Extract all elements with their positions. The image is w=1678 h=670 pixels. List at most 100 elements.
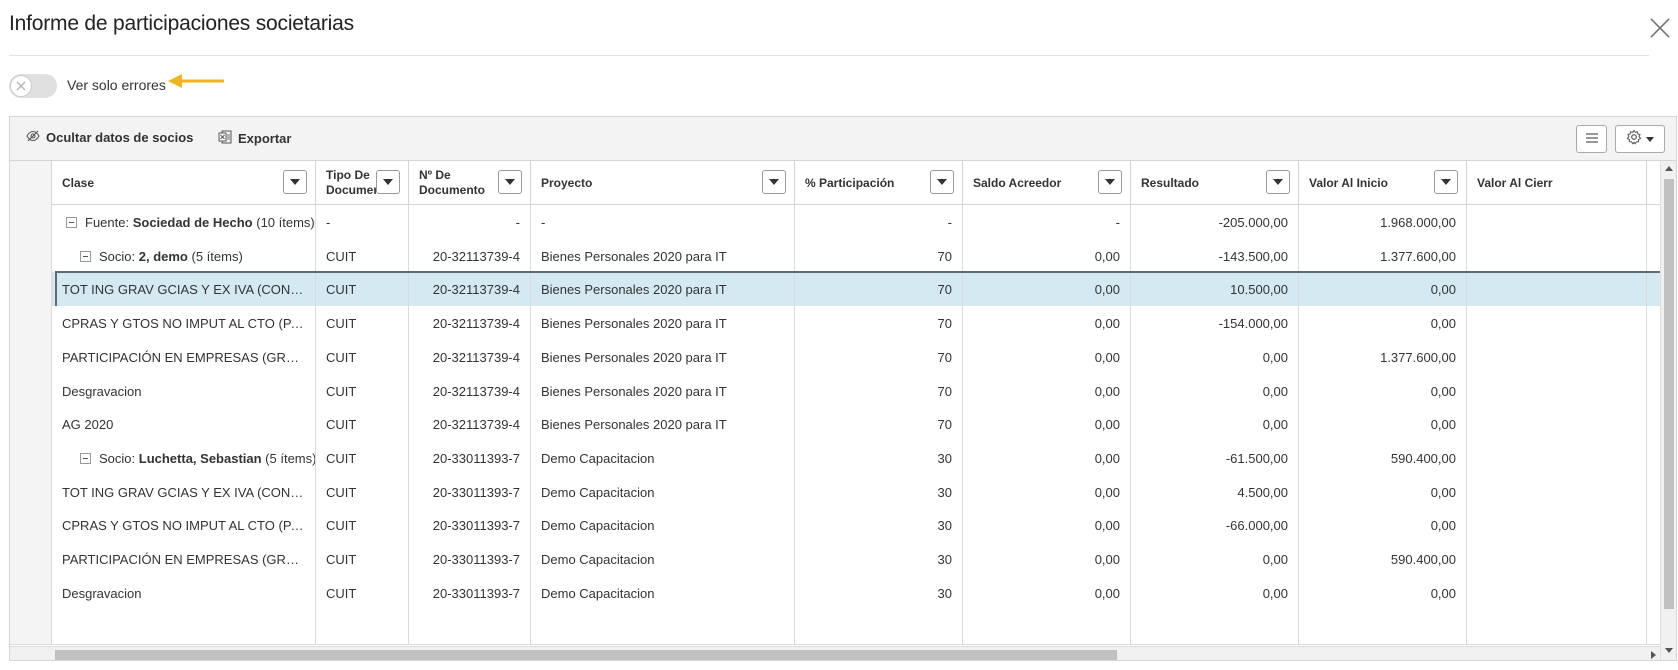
column-header-clase[interactable]: Clase (52, 161, 316, 205)
table-row[interactable]: TOT ING GRAV GCIAS Y EX IVA (CONT D... CU… (10, 474, 1676, 511)
settings-dropdown-button[interactable] (1615, 125, 1665, 153)
table-row[interactable]: CPRAS Y GTOS NO IMPUT AL CTO (PAÍ... CUIT… (10, 508, 1676, 545)
row-gutter[interactable] (10, 575, 52, 611)
table-row[interactable]: Desgravacion CUIT 20-33011393-7 Demo Capaci… (10, 575, 1676, 612)
table-row[interactable]: PARTICIPACIÓN EN EMPRESAS (GRAVA... CUIT 2… (10, 542, 1676, 578)
column-header-valor_cierre[interactable]: Valor Al Cierr (1467, 161, 1647, 205)
cell-valor_cierre (1467, 373, 1647, 409)
export-button[interactable]: Exportar (218, 130, 291, 147)
table-row[interactable] (10, 609, 1676, 646)
table-row[interactable]: CPRAS Y GTOS NO IMPUT AL CTO (PAÍ... CUIT… (10, 306, 1676, 343)
cell-valor_inicio: 590.400,00 (1299, 542, 1467, 577)
vertical-scrollbar[interactable] (1660, 161, 1676, 660)
row-gutter[interactable] (10, 238, 52, 274)
table-row[interactable]: AG 2020 CUIT 20-32113739-4 Bienes Personale… (10, 407, 1676, 444)
cell-valor_cierre (1467, 542, 1647, 577)
column-filter-button[interactable] (1434, 170, 1458, 194)
hide-partners-button[interactable]: Ocultar datos de socios (26, 130, 193, 145)
collapse-icon[interactable] (80, 250, 91, 262)
cell-participacion: 30 (795, 508, 963, 544)
cell-valor_inicio: 590.400,00 (1299, 440, 1467, 476)
table-row[interactable]: Desgravacion CUIT 20-32113739-4 Bienes Pers… (10, 373, 1676, 410)
cell-nro: 20-33011393-7 (409, 542, 531, 577)
column-header-resultado[interactable]: Resultado (1131, 161, 1299, 205)
cell-saldo: 0,00 (963, 306, 1131, 342)
cell-nro: 20-33011393-7 (409, 474, 531, 510)
cell-proyecto: Demo Capacitacion (531, 575, 795, 611)
row-gutter[interactable] (10, 205, 52, 240)
scroll-down-icon[interactable] (1665, 648, 1673, 653)
column-chooser-button[interactable] (1576, 125, 1607, 153)
horizontal-scrollbar[interactable] (10, 646, 1660, 660)
row-gutter[interactable] (10, 440, 52, 476)
row-gutter[interactable] (10, 609, 52, 645)
cell-proyecto: Bienes Personales 2020 para IT (531, 306, 795, 342)
cell-resultado (1131, 609, 1299, 645)
chevron-down-icon (383, 179, 393, 185)
column-header-saldo[interactable]: Saldo Acreedor (963, 161, 1131, 205)
cell-saldo: 0,00 (963, 542, 1131, 577)
cell-proyecto: Bienes Personales 2020 para IT (531, 339, 795, 375)
cell-proyecto (531, 609, 795, 645)
cell-tipo: CUIT (316, 407, 409, 443)
scroll-up-icon[interactable] (1665, 166, 1673, 171)
cell-nro: 20-32113739-4 (409, 238, 531, 274)
cell-tipo: CUIT (316, 339, 409, 375)
cell-proyecto: Demo Capacitacion (531, 440, 795, 476)
cell-valor_cierre (1467, 339, 1647, 375)
column-filter-button[interactable] (283, 170, 307, 194)
row-gutter[interactable] (10, 508, 52, 544)
column-header-participacion[interactable]: % Participación (795, 161, 963, 205)
cell-participacion: 70 (795, 339, 963, 375)
group-row[interactable]: Socio: Luchetta, Sebastian (5 ítems) CUIT… (10, 440, 1676, 477)
horizontal-scrollbar-thumb[interactable] (55, 650, 1117, 660)
close-icon[interactable] (1648, 16, 1672, 40)
collapse-icon[interactable] (80, 452, 91, 464)
only-errors-toggle[interactable] (9, 74, 57, 98)
table-header: Clase Tipo De Documento Nº De Documento Pro… (10, 161, 1676, 205)
column-filter-button[interactable] (498, 170, 522, 194)
column-filter-button[interactable] (1098, 170, 1122, 194)
row-gutter[interactable] (10, 306, 52, 342)
column-header-nro[interactable]: Nº De Documento (409, 161, 531, 205)
cell-clase: TOT ING GRAV GCIAS Y EX IVA (CONT D... (52, 272, 316, 308)
column-header-tipo[interactable]: Tipo De Documento (316, 161, 409, 205)
column-header-label: Nº De Documento (419, 168, 485, 197)
column-header-label: Tipo De Documento (326, 168, 378, 197)
column-header-label: % Participación (805, 175, 895, 190)
group-row[interactable]: Fuente: Sociedad de Hecho (10 ítems) - - - -… (10, 205, 1676, 241)
row-gutter[interactable] (10, 407, 52, 443)
collapse-icon[interactable] (66, 217, 77, 228)
chevron-down-icon (1105, 179, 1115, 185)
row-gutter[interactable] (10, 542, 52, 577)
scroll-right-icon[interactable] (1651, 651, 1656, 659)
chevron-down-icon (1646, 136, 1654, 142)
table-row[interactable]: TOT ING GRAV GCIAS Y EX IVA (CONT D... CU… (10, 271, 1676, 309)
cell-valor_cierre (1467, 575, 1647, 611)
row-gutter[interactable] (10, 474, 52, 510)
list-lines-icon (1585, 130, 1599, 148)
cell-saldo (963, 609, 1131, 645)
column-filter-button[interactable] (1266, 170, 1290, 194)
row-gutter[interactable] (10, 272, 52, 308)
cell-saldo: 0,00 (963, 373, 1131, 409)
table-row[interactable]: PARTICIPACIÓN EN EMPRESAS (GRAVA... CUIT 2… (10, 339, 1676, 376)
column-header-valor_inicio[interactable]: Valor Al Inicio (1299, 161, 1467, 205)
cell-nro: 20-33011393-7 (409, 575, 531, 611)
cell-saldo: 0,00 (963, 272, 1131, 308)
cell-proyecto: Demo Capacitacion (531, 542, 795, 577)
column-filter-button[interactable] (376, 170, 400, 194)
row-gutter[interactable] (10, 373, 52, 409)
cell-valor_inicio: 0,00 (1299, 575, 1467, 611)
group-prefix: Socio: (99, 450, 139, 466)
row-gutter[interactable] (10, 339, 52, 375)
column-header-proyecto[interactable]: Proyecto (531, 161, 795, 205)
group-row[interactable]: Socio: 2, demo (5 ítems) CUIT 20-32113739-… (10, 238, 1676, 275)
vertical-scrollbar-thumb[interactable] (1664, 179, 1674, 609)
export-label: Exportar (238, 131, 292, 146)
cell-resultado: -66.000,00 (1131, 508, 1299, 544)
column-filter-button[interactable] (930, 170, 954, 194)
cell-saldo: 0,00 (963, 238, 1131, 274)
column-filter-button[interactable] (762, 170, 786, 194)
column-header-label: Proyecto (541, 175, 593, 190)
